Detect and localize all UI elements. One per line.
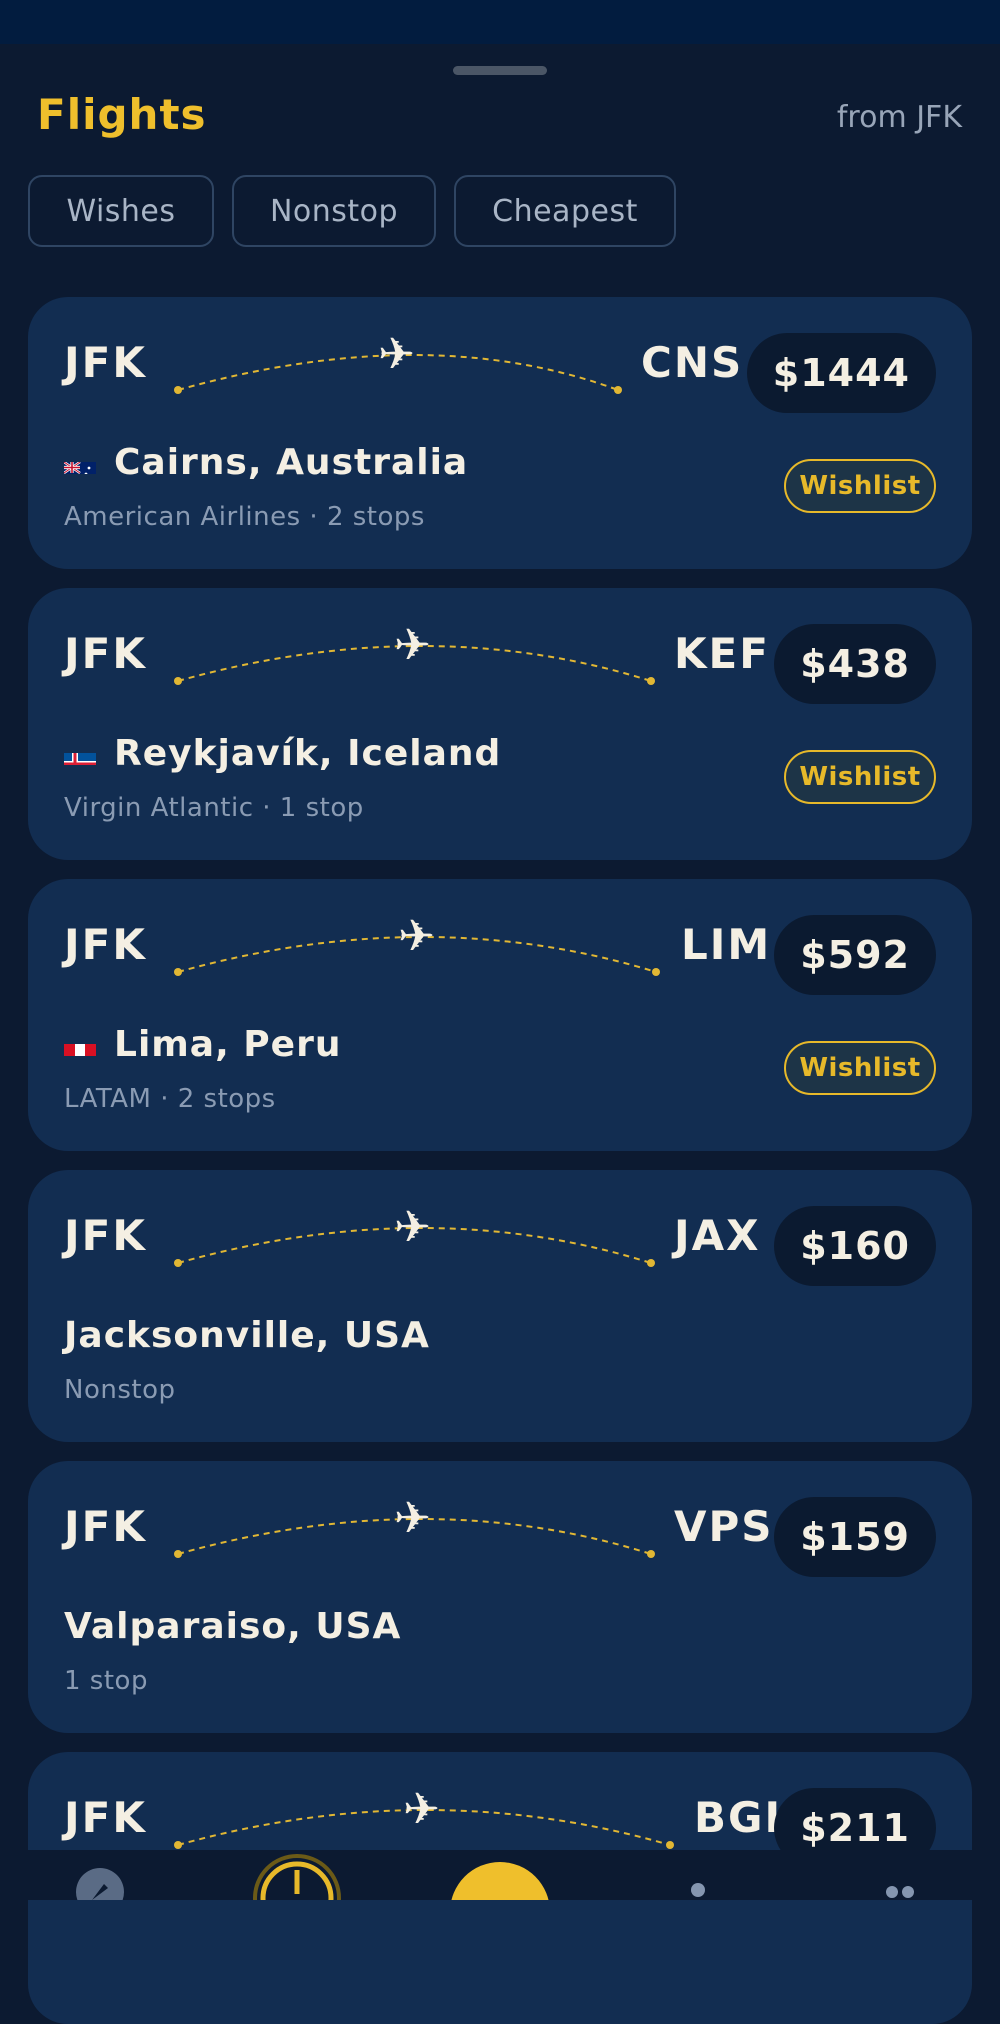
destination-code: JAX (674, 1211, 761, 1260)
clock-icon[interactable] (253, 1854, 341, 1900)
status-bar (0, 0, 1000, 44)
center-action-icon[interactable] (450, 1862, 550, 1900)
flight-card[interactable]: JFK ✈ JAX $160 Jacksonville, USA Nonstop (28, 1170, 972, 1442)
flight-details: Nonstop (64, 1375, 176, 1405)
wishlist-button[interactable]: Wishlist (784, 1041, 936, 1095)
plane-icon: ✈ (403, 1784, 440, 1835)
flight-details: American Airlines · 2 stops (64, 502, 425, 532)
origin-label: from JFK (836, 100, 962, 135)
compass-icon[interactable] (76, 1868, 124, 1900)
plane-icon: ✈ (394, 1493, 431, 1544)
more-icon[interactable] (886, 1886, 914, 1898)
city-name: Lima, Peru (114, 1024, 342, 1065)
wishlist-button[interactable]: Wishlist (784, 750, 936, 804)
peru-flag-icon (64, 1034, 96, 1056)
australia-flag-icon (64, 452, 96, 474)
flight-card[interactable]: JFK ✈ LIM $592 Lima, Peru LATAM · 2 stop… (28, 879, 972, 1151)
sheet-grabber[interactable] (453, 66, 547, 75)
flight-details: Virgin Atlantic · 1 stop (64, 793, 364, 823)
city-name: Reykjavík, Iceland (114, 733, 502, 774)
city-name: Valparaiso, USA (64, 1606, 402, 1647)
filter-nonstop[interactable]: Nonstop (232, 175, 436, 247)
flight-card[interactable]: JFK ✈ KEF $438 Reykjavík, Iceland Virgin… (28, 588, 972, 860)
plane-icon: ✈ (394, 620, 431, 671)
destination-code: BGI (694, 1793, 783, 1842)
destination-code: CNS (641, 338, 744, 387)
destination-city-row: Cairns, Australia (64, 442, 468, 483)
origin-code: JFK (64, 1211, 147, 1260)
wishlist-button[interactable]: Wishlist (784, 459, 936, 513)
destination-city-row: Reykjavík, Iceland (64, 733, 501, 774)
filter-cheapest[interactable]: Cheapest (454, 175, 676, 247)
plane-icon: ✈ (394, 1202, 431, 1253)
origin-code: JFK (64, 629, 147, 678)
origin-code: JFK (64, 338, 147, 387)
flight-details: 1 stop (64, 1666, 148, 1696)
flight-card[interactable]: JFK ✈ VPS $159 Valparaiso, USA 1 stop (28, 1461, 972, 1733)
tab-bar-icons (76, 1854, 914, 1900)
plane-icon: ✈ (398, 911, 435, 962)
origin-code: JFK (64, 920, 147, 969)
price-badge: $438 (774, 624, 936, 704)
plane-icon: ✈ (378, 329, 415, 380)
destination-city-row: Lima, Peru (64, 1024, 341, 1065)
origin-code: JFK (64, 1793, 147, 1842)
flight-card[interactable]: JFK ✈ CNS $1444 Cairns, Australia Americ… (28, 297, 972, 569)
price-badge: $160 (774, 1206, 936, 1286)
tab-bar (0, 1850, 1000, 1900)
destination-code: LIM (681, 920, 772, 969)
city-name: Cairns, Australia (114, 442, 469, 483)
price-badge: $159 (774, 1497, 936, 1577)
destination-code: VPS (674, 1502, 774, 1551)
origin-code: JFK (64, 1502, 147, 1551)
destination-code: KEF (674, 629, 770, 678)
price-badge: $592 (774, 915, 936, 995)
city-name: Jacksonville, USA (64, 1315, 430, 1356)
page-title: Flights (37, 90, 207, 139)
profile-icon[interactable] (691, 1883, 705, 1897)
filter-wishes[interactable]: Wishes (28, 175, 214, 247)
flight-details: LATAM · 2 stops (64, 1084, 276, 1114)
price-badge: $1444 (746, 333, 936, 413)
iceland-flag-icon (64, 743, 96, 765)
